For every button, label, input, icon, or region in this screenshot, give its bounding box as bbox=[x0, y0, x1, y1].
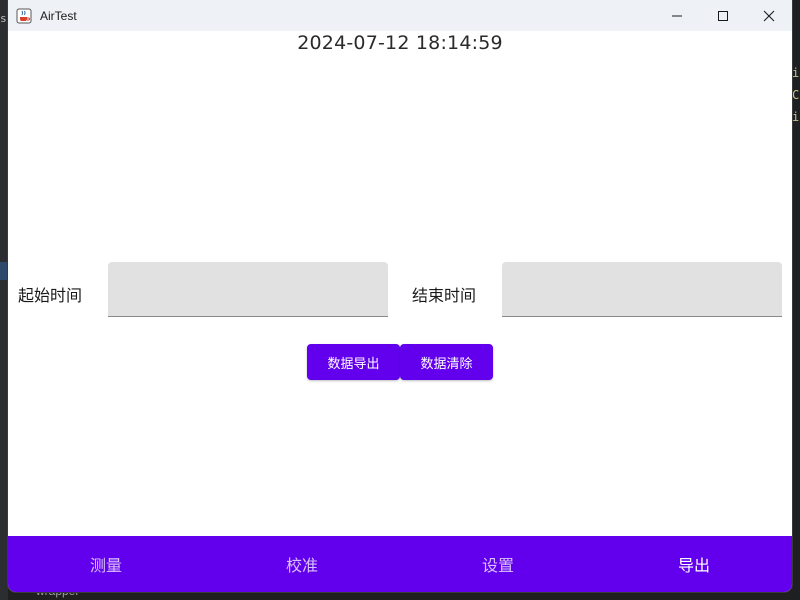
export-data-button[interactable]: 数据导出 bbox=[307, 344, 400, 380]
window-title: AirTest bbox=[40, 8, 77, 23]
bottom-navigation: 测量 校准 设置 导出 bbox=[8, 536, 792, 592]
current-datetime: 2024-07-12 18:14:59 bbox=[297, 32, 503, 54]
maximize-button[interactable] bbox=[700, 0, 746, 31]
background-ide-selection bbox=[0, 262, 8, 280]
close-icon bbox=[763, 10, 775, 21]
end-time-input[interactable] bbox=[502, 262, 782, 317]
clear-data-button[interactable]: 数据清除 bbox=[400, 344, 493, 380]
minimize-button[interactable] bbox=[654, 0, 700, 31]
maximize-icon bbox=[718, 10, 728, 21]
background-code-fragment: i C i bbox=[792, 62, 800, 128]
java-cup-icon bbox=[16, 8, 32, 24]
nav-item-calibrate[interactable]: 校准 bbox=[204, 536, 400, 592]
end-time-label: 结束时间 bbox=[412, 286, 477, 305]
nav-item-measure[interactable]: 测量 bbox=[8, 536, 204, 592]
background-ide-left bbox=[0, 0, 8, 600]
background-code-line: i bbox=[792, 66, 800, 80]
window-controls bbox=[654, 0, 792, 31]
background-code-line: C bbox=[792, 88, 800, 102]
minimize-icon bbox=[672, 15, 682, 16]
background-code-line: i bbox=[792, 110, 800, 124]
app-window: AirTest 2024-07-12 18:14:59 起始时间 结束时间 数据… bbox=[8, 0, 792, 592]
nav-item-settings[interactable]: 设置 bbox=[400, 536, 596, 592]
nav-item-export[interactable]: 导出 bbox=[596, 536, 792, 592]
start-time-label: 起始时间 bbox=[18, 286, 83, 305]
start-time-input[interactable] bbox=[108, 262, 388, 317]
close-button[interactable] bbox=[746, 0, 792, 31]
title-bar[interactable]: AirTest bbox=[8, 0, 792, 31]
